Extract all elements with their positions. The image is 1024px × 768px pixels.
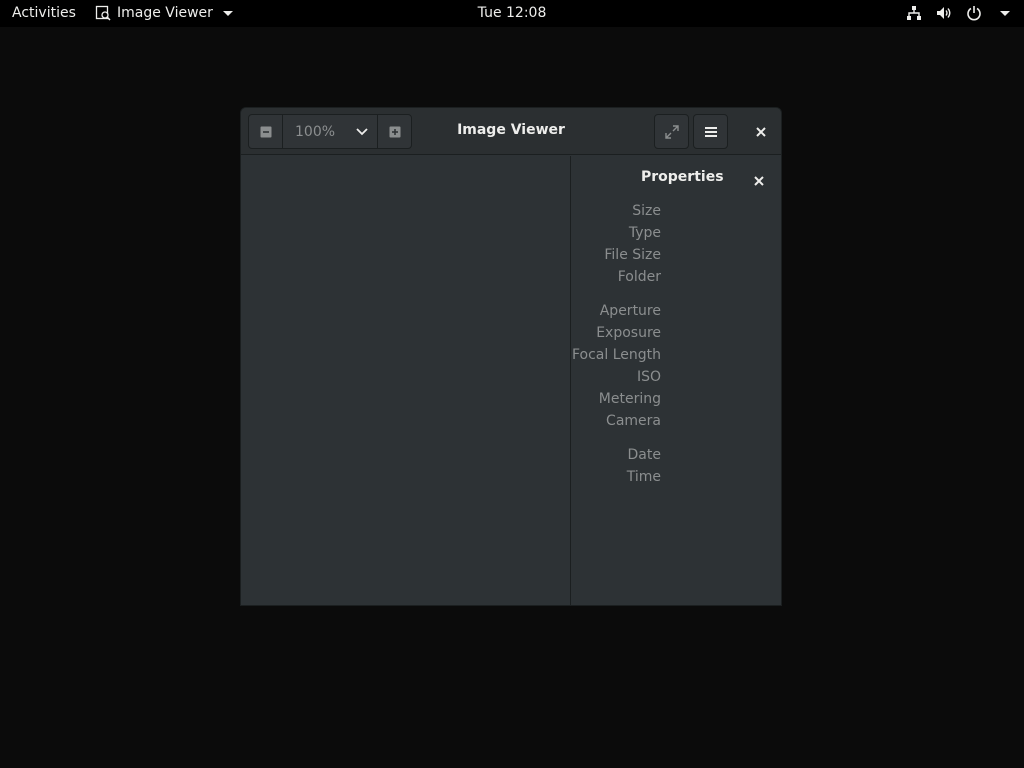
prop-label-folder: Folder — [617, 269, 661, 285]
zoom-in-icon — [389, 126, 400, 137]
prop-label-exposure: Exposure — [596, 325, 661, 341]
zoom-control: 100% — [248, 114, 412, 149]
system-tray[interactable] — [906, 5, 1010, 21]
volume-icon[interactable] — [936, 5, 952, 21]
prop-label-date: Date — [627, 447, 661, 463]
prop-label-file-size: File Size — [604, 247, 661, 263]
chevron-down-icon[interactable] — [1000, 10, 1010, 16]
prop-label-time: Time — [626, 469, 661, 485]
image-viewer-window: 100% Image Viewer Properties Size Type F… — [240, 107, 782, 606]
image-viewer-app-icon — [95, 5, 111, 21]
header-bar: 100% Image Viewer — [241, 108, 781, 155]
activities-button[interactable]: Activities — [12, 5, 76, 21]
network-icon[interactable] — [906, 5, 922, 21]
app-menu[interactable]: Image Viewer — [95, 5, 233, 21]
properties-sidebar: Properties Size Type File Size Folder Ap… — [571, 156, 781, 605]
main-menu-button[interactable] — [693, 114, 728, 149]
properties-close-button[interactable] — [753, 172, 767, 186]
clock[interactable]: Tue 12:08 — [478, 5, 547, 21]
fullscreen-icon — [664, 124, 679, 139]
power-icon[interactable] — [966, 5, 982, 21]
prop-label-iso: ISO — [636, 369, 661, 385]
zoom-level-combo[interactable]: 100% — [283, 115, 377, 148]
hamburger-menu-icon — [704, 126, 717, 137]
zoom-in-button[interactable] — [377, 115, 411, 148]
zoom-level-value: 100% — [295, 123, 336, 140]
fullscreen-button[interactable] — [654, 114, 689, 149]
prop-label-aperture: Aperture — [599, 303, 661, 319]
prop-label-camera: Camera — [606, 413, 661, 429]
chevron-down-icon — [356, 127, 368, 135]
image-canvas[interactable] — [241, 156, 571, 605]
close-icon — [754, 176, 764, 186]
window-close-button[interactable] — [751, 122, 771, 142]
app-menu-label: Image Viewer — [117, 5, 213, 21]
prop-label-size: Size — [632, 203, 661, 219]
prop-label-metering: Metering — [598, 391, 661, 407]
zoom-out-button[interactable] — [249, 115, 283, 148]
properties-title: Properties — [641, 169, 724, 185]
prop-label-type: Type — [628, 225, 661, 241]
chevron-down-icon — [222, 10, 233, 16]
close-icon — [756, 127, 766, 137]
zoom-out-icon — [260, 126, 271, 137]
prop-label-focal-length: Focal Length — [571, 347, 661, 363]
top-bar: Activities Image Viewer Tue 12:08 — [0, 0, 1024, 27]
